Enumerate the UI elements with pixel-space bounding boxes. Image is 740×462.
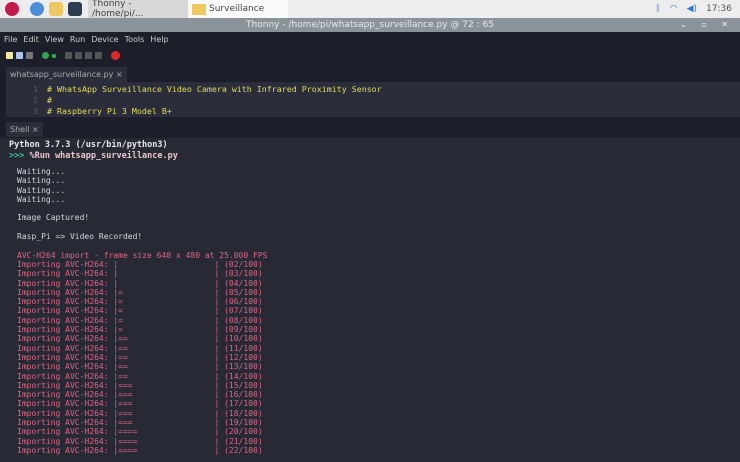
progress-line: Importing AVC-H264: |==== | (21/100): [17, 437, 267, 446]
taskbar: Thonny - /home/pi/... Surveillance ᛒ ◠ ◀…: [0, 0, 740, 18]
output-line: Waiting...: [17, 167, 267, 176]
menu-device[interactable]: Device: [91, 35, 118, 44]
step-over-icon[interactable]: [65, 52, 72, 59]
progress-line: Importing AVC-H264: |=== | (15/100): [17, 381, 267, 390]
code-line: #: [47, 95, 382, 106]
terminal-icon[interactable]: [68, 2, 82, 16]
menu-help[interactable]: Help: [150, 35, 168, 44]
task-surveillance[interactable]: Surveillance: [188, 0, 288, 18]
output-line: Waiting...: [17, 186, 267, 195]
progress-line: Importing AVC-H264: | | (04/100): [17, 279, 267, 288]
progress-line: Importing AVC-H264: |=== | (18/100): [17, 409, 267, 418]
save-file-icon[interactable]: [26, 52, 33, 59]
menu-run[interactable]: Run: [70, 35, 85, 44]
progress-line: Importing AVC-H264: |== | (14/100): [17, 372, 267, 381]
progress-line: Importing AVC-H264: |= | (05/100): [17, 288, 267, 297]
progress-line: Importing AVC-H264: |=== | (19/100): [17, 418, 267, 427]
shell-output: Waiting...Waiting...Waiting...Waiting...…: [17, 167, 267, 455]
progress-line: Importing AVC-H264: |== | (12/100): [17, 353, 267, 362]
toolbar: [0, 47, 740, 64]
window-titlebar[interactable]: Thonny - /home/pi/whatsapp_surveillance.…: [0, 18, 740, 32]
shell-command: %Run whatsapp_surveillance.py: [24, 151, 178, 161]
debug-icon[interactable]: [52, 54, 56, 58]
step-into-icon[interactable]: [75, 52, 82, 59]
output-line: Image Captured!: [17, 213, 267, 222]
progress-line: Importing AVC-H264: |=== | (16/100): [17, 390, 267, 399]
progress-line: Importing AVC-H264: |==== | (22/100): [17, 446, 267, 455]
resume-icon[interactable]: [95, 52, 102, 59]
bluetooth-icon[interactable]: ᛒ: [655, 4, 660, 14]
shell-console[interactable]: Python 3.7.3 (/usr/bin/python3) >>> %Run…: [0, 138, 740, 462]
output-line: [17, 223, 267, 232]
clock[interactable]: 17:36: [706, 4, 732, 14]
menu-tools[interactable]: Tools: [125, 35, 145, 44]
progress-line: Importing AVC-H264: |== | (13/100): [17, 362, 267, 371]
progress-line: Importing AVC-H264: |= | (07/100): [17, 306, 267, 315]
menu-file[interactable]: File: [4, 35, 17, 44]
progress-line: Importing AVC-H264: |==== | (20/100): [17, 427, 267, 436]
progress-line: Importing AVC-H264: |= | (08/100): [17, 316, 267, 325]
menu-view[interactable]: View: [45, 35, 64, 44]
raspberry-menu-icon[interactable]: [5, 2, 19, 16]
tab-whatsapp-surveillance[interactable]: whatsapp_surveillance.py ×: [6, 67, 127, 82]
code-editor[interactable]: 123 # WhatsApp Surveillance Video Camera…: [6, 82, 740, 117]
python-version: Python 3.7.3 (/usr/bin/python3): [9, 140, 168, 150]
volume-icon[interactable]: ◀): [687, 4, 697, 14]
line-numbers: 123: [6, 84, 38, 117]
shell-tab-bar: Shell ×: [0, 117, 740, 138]
shell-prompt: >>>: [9, 151, 24, 161]
progress-line: Importing AVC-H264: |= | (09/100): [17, 325, 267, 334]
open-file-icon[interactable]: [16, 52, 23, 59]
task-thonny[interactable]: Thonny - /home/pi/...: [88, 0, 188, 18]
progress-line: Importing AVC-H264: |== | (11/100): [17, 344, 267, 353]
progress-line: Importing AVC-H264: | | (02/100): [17, 260, 267, 269]
line-number: 3: [6, 106, 38, 117]
progress-line: Importing AVC-H264: | | (03/100): [17, 269, 267, 278]
browser-icon[interactable]: [30, 2, 44, 16]
wifi-icon[interactable]: ◠: [670, 4, 678, 14]
window-controls[interactable]: ⌄ ▫ ✕: [680, 18, 734, 32]
run-icon[interactable]: [42, 52, 49, 59]
output-line: Waiting...: [17, 176, 267, 185]
task-label: Thonny - /home/pi/...: [92, 0, 184, 19]
new-file-icon[interactable]: [6, 52, 13, 59]
menu-edit[interactable]: Edit: [23, 35, 39, 44]
line-number: 1: [6, 84, 38, 95]
import-header: AVC-H264 import - frame size 640 x 480 a…: [17, 251, 267, 260]
menu-bar: File Edit View Run Device Tools Help: [0, 32, 740, 47]
progress-line: Importing AVC-H264: |== | (10/100): [17, 334, 267, 343]
stop-icon[interactable]: [111, 51, 120, 60]
window-title: Thonny - /home/pi/whatsapp_surveillance.…: [246, 20, 494, 30]
folder-icon: [192, 4, 206, 15]
output-line: Waiting...: [17, 195, 267, 204]
output-line: [17, 204, 267, 213]
file-manager-icon[interactable]: [49, 2, 63, 16]
step-out-icon[interactable]: [85, 52, 92, 59]
output-line: Rasp_Pi => Video Recorded!: [17, 232, 267, 241]
progress-line: Importing AVC-H264: |= | (06/100): [17, 297, 267, 306]
code-line: # Raspberry Pi 3 Model B+: [47, 106, 382, 117]
code-line: # WhatsApp Surveillance Video Camera wit…: [47, 84, 382, 95]
line-number: 2: [6, 95, 38, 106]
task-label: Surveillance: [209, 4, 264, 14]
output-line: [17, 241, 267, 250]
progress-line: Importing AVC-H264: |=== | (17/100): [17, 399, 267, 408]
tab-shell[interactable]: Shell ×: [6, 122, 43, 137]
